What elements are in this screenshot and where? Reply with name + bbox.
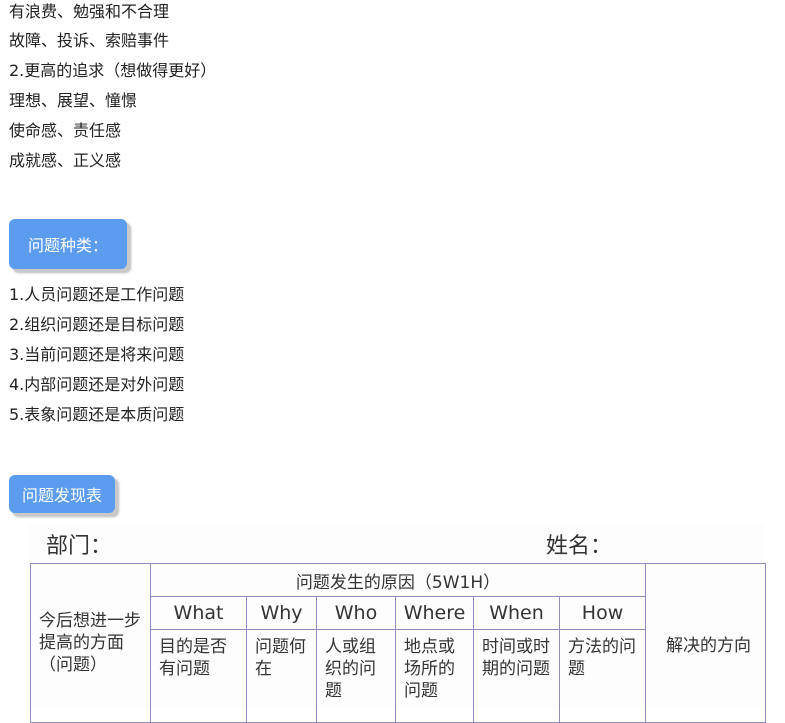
section-badge-discovery-form: 问题发现表 (9, 475, 115, 513)
where-header: Where (395, 596, 474, 630)
text-line: 成就感、正义感 (9, 151, 122, 170)
where-description: 地点或场所的问题 (395, 629, 474, 723)
list-item: 5.表象问题还是本质问题 (9, 405, 185, 424)
text-line: 有浪费、勉强和不合理 (9, 2, 170, 21)
why-description: 问题何在 (246, 629, 317, 723)
when-description: 时间或时期的问题 (473, 629, 560, 723)
how-description: 方法的问题 (558, 629, 647, 723)
why-header: Why (246, 596, 317, 630)
department-label: 部门： (46, 534, 113, 559)
problem-table: 今后想进一步提高的方面（问题） 问题发生的原因（5W1H） 解决的方向 What… (30, 563, 767, 723)
what-header: What (150, 596, 247, 630)
text-line: 使命感、责任感 (9, 121, 122, 140)
name-label: 姓名： (546, 534, 613, 559)
list-item: 2.组织问题还是目标问题 (9, 315, 185, 334)
how-header: How (558, 596, 647, 630)
list-item: 1.人员问题还是工作问题 (9, 285, 185, 304)
improvement-area-header: 今后想进一步提高的方面（问题） (30, 563, 151, 723)
what-description: 目的是否有问题 (150, 629, 247, 723)
text-line: 理想、展望、憧憬 (9, 91, 138, 110)
list-item: 4.内部问题还是对外问题 (9, 375, 185, 394)
who-description: 人或组织的问题 (316, 629, 396, 723)
when-header: When (473, 596, 560, 630)
text-line: 故障、投诉、索赔事件 (9, 31, 170, 50)
solution-direction-header: 解决的方向 (645, 563, 767, 723)
cause-header: 问题发生的原因（5W1H） (149, 563, 647, 597)
text-line: 2.更高的追求（想做得更好） (9, 61, 217, 80)
list-item: 3.当前问题还是将来问题 (9, 345, 185, 364)
section-badge-problem-types: 问题种类： (9, 219, 127, 269)
who-header: Who (316, 596, 396, 630)
